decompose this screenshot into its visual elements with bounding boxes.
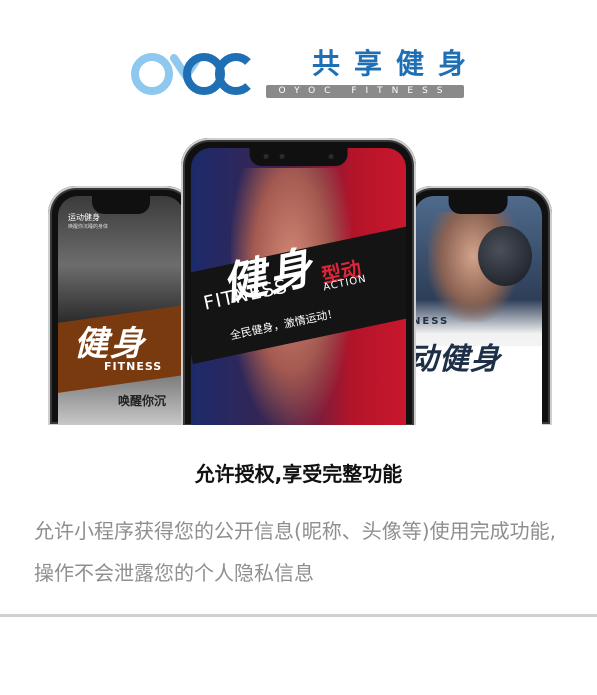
phone-screen-left: 运动健身 唤醒你沉睡的身体 健身 FITNESS 唤醒你沉 <box>58 196 184 425</box>
auth-title: 允许授权,享受完整功能 <box>194 462 403 486</box>
screen-fitness-label: FITNESS <box>104 360 163 373</box>
phone-notch <box>249 148 348 166</box>
brand-logo: 共享健身 OYOC FITNESS <box>130 44 470 104</box>
brand-name-en-bar: OYOC FITNESS <box>266 85 464 98</box>
screen-headline: 健身 <box>74 324 146 364</box>
screen-tag-sub: 唤醒你沉睡的身体 <box>68 224 109 230</box>
brand-name-cn: 共享健身 <box>311 47 481 80</box>
phone-screen-center: 健身 型动 FITNESS ACTION 全民健身，激情运动！ <box>191 148 406 425</box>
screen-tag: 运动健身 <box>68 213 100 222</box>
screen-slogan: 唤醒你沉 <box>118 394 167 408</box>
phone-notch <box>448 196 508 214</box>
phone-mockup-center: 健身 型动 FITNESS ACTION 全民健身，激情运动！ <box>181 138 416 425</box>
phone-mockup-right: NESS 动健身 <box>404 186 552 425</box>
phone-showcase-banner: 运动健身 唤醒你沉睡的身体 健身 FITNESS 唤醒你沉 NESS 动健身 健… <box>0 138 597 425</box>
phone-mockup-left: 运动健身 唤醒你沉睡的身体 健身 FITNESS 唤醒你沉 <box>48 186 194 425</box>
auth-description: 允许小程序获得您的公开信息(昵称、头像等)使用完成功能,操作不会泄露您的个人隐私… <box>34 519 556 585</box>
divider <box>0 614 597 617</box>
oyoc-rings-logo-icon <box>131 53 251 95</box>
screen-headline: 动健身 <box>414 342 501 377</box>
boxing-glove <box>478 226 532 286</box>
phone-screen-right: NESS 动健身 <box>414 196 542 425</box>
phone-notch <box>92 196 150 214</box>
screen-fitness-label: NESS <box>414 316 450 327</box>
brand-name-en: OYOC FITNESS <box>278 86 452 96</box>
